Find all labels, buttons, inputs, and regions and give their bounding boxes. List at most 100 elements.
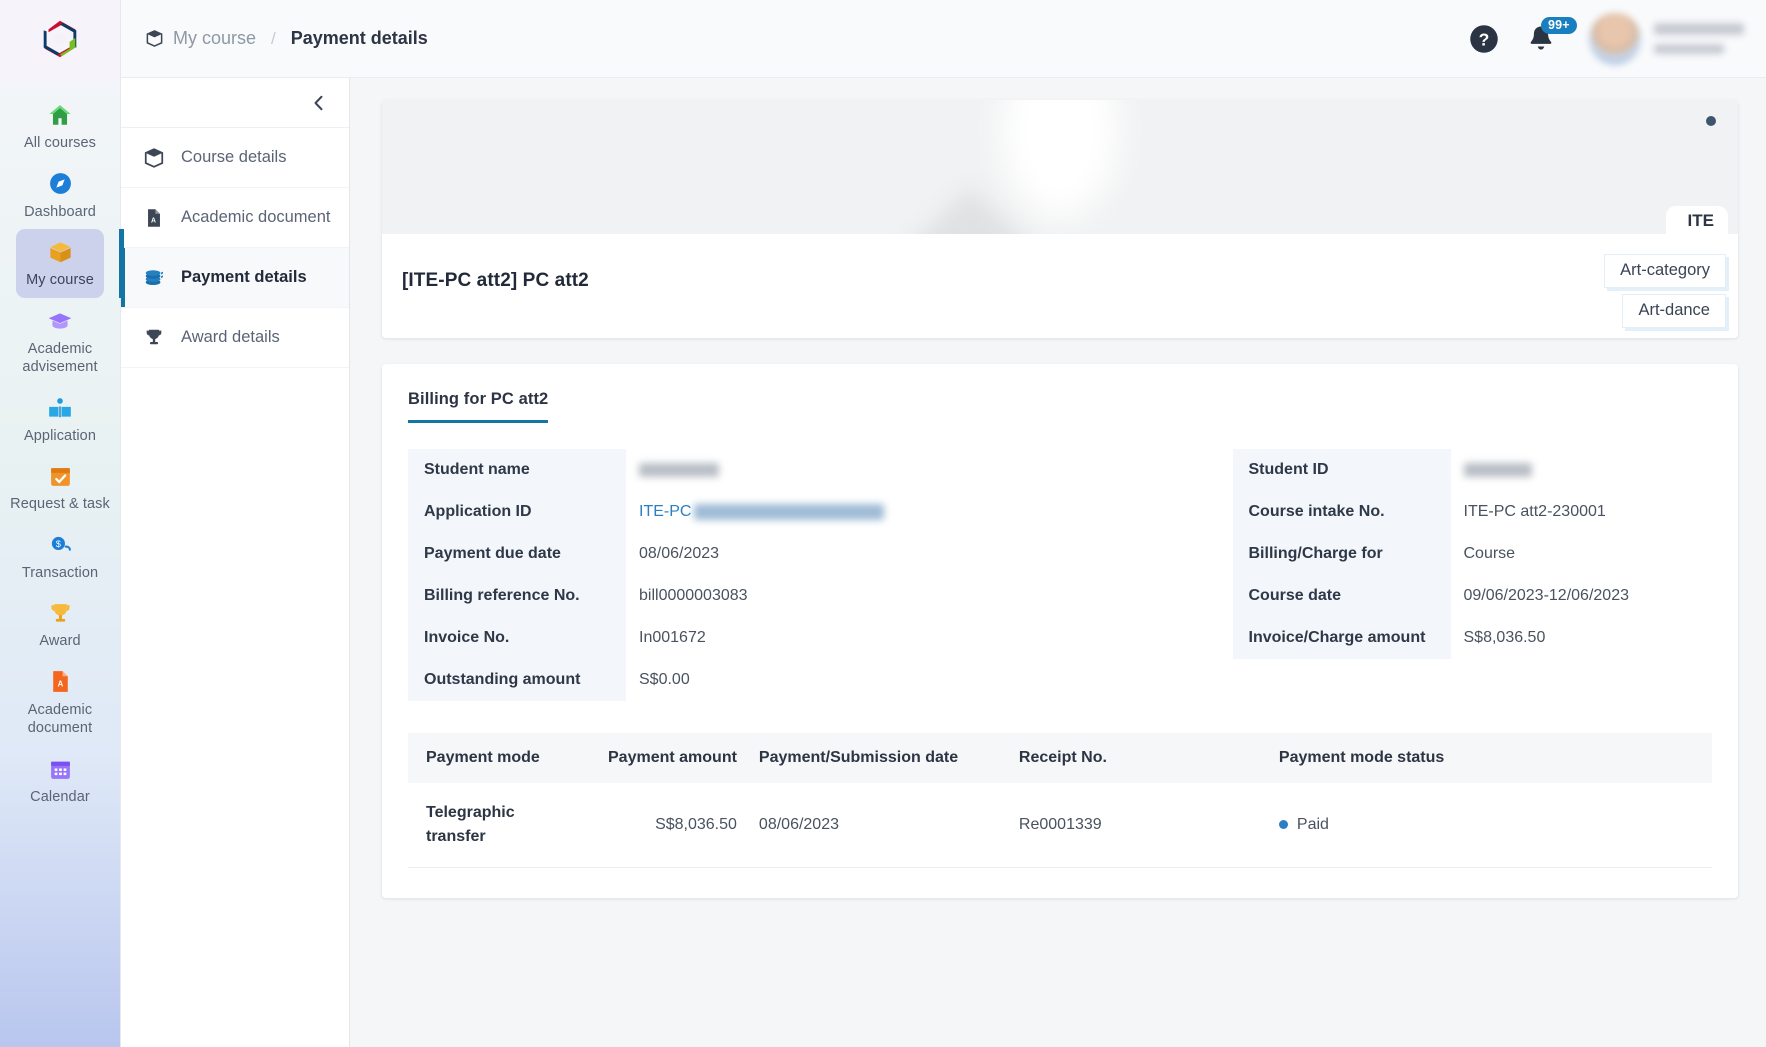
subnav-item-course-details[interactable]: Course details xyxy=(121,128,349,188)
sidebar-label: Transaction xyxy=(22,564,98,583)
subnav-item-award-details[interactable]: Award details xyxy=(121,308,349,368)
sidebar-item-application[interactable]: Application xyxy=(0,385,120,454)
field-key: Course date xyxy=(1233,575,1451,617)
money-exchange-icon: $ xyxy=(45,531,75,559)
primary-nav-list: All courses Dashboard My course Academic… xyxy=(0,78,120,815)
grid-gap xyxy=(971,491,1233,533)
payment-mode-table: Payment mode Payment amount Payment/Subm… xyxy=(408,733,1712,868)
grid-gap xyxy=(971,575,1233,617)
application-id-redacted xyxy=(694,504,884,520)
cell-receipt-no: Re0001339 xyxy=(1019,783,1279,868)
pdf-file-icon: A xyxy=(45,668,75,696)
field-value-payment-due-date: 08/06/2023 xyxy=(626,533,971,575)
field-key: Invoice No. xyxy=(408,617,626,659)
table-header: Payment mode Payment amount Payment/Subm… xyxy=(408,733,1712,783)
field-value-student-id xyxy=(1451,449,1713,491)
svg-text:A: A xyxy=(57,680,63,689)
user-menu[interactable] xyxy=(1589,13,1744,65)
box-icon xyxy=(45,238,75,266)
column-header-payment-mode-status: Payment mode status xyxy=(1279,733,1712,783)
tab-billing[interactable]: Billing for PC att2 xyxy=(408,390,548,423)
calendar-check-icon xyxy=(45,462,75,490)
primary-sidebar: All courses Dashboard My course Academic… xyxy=(0,0,121,1047)
sidebar-item-all-courses[interactable]: All courses xyxy=(0,92,120,161)
box-icon xyxy=(143,147,165,169)
field-value-student-name xyxy=(626,449,971,491)
svg-text:?: ? xyxy=(1479,29,1490,49)
help-circle-icon[interactable]: ? xyxy=(1469,24,1499,54)
subnav-label: Award details xyxy=(181,328,280,347)
course-hero-meta: ITE [ITE-PC att2] PC att2 Art-category A… xyxy=(382,234,1738,338)
institution-tab: ITE xyxy=(1666,206,1728,235)
sidebar-label: Request & task xyxy=(10,495,110,514)
cell-payment-date: 08/06/2023 xyxy=(759,783,1019,868)
sidebar-label: All courses xyxy=(24,134,96,153)
banner-shape xyxy=(870,188,1070,234)
box-icon xyxy=(145,29,164,48)
table-row[interactable]: Telegraphic transfer S$8,036.50 08/06/20… xyxy=(408,783,1712,868)
field-value-course-date: 09/06/2023-12/06/2023 xyxy=(1451,575,1713,617)
field-key: Student ID xyxy=(1233,449,1451,491)
tag-row: Art-category xyxy=(1604,254,1726,294)
topbar-actions: ? 99+ xyxy=(1469,13,1744,65)
chevron-left-icon[interactable] xyxy=(309,93,329,113)
content-area: Course details A Academic document xyxy=(121,78,1766,1047)
open-book-icon xyxy=(45,394,75,422)
cell-payment-status: Paid xyxy=(1279,783,1712,868)
sidebar-item-award[interactable]: Award xyxy=(0,590,120,659)
banner-status-dot xyxy=(1706,116,1716,126)
sidebar-item-calendar[interactable]: Calendar xyxy=(0,746,120,815)
coins-icon xyxy=(143,267,165,289)
field-value-outstanding-amount: S$0.00 xyxy=(626,659,971,701)
course-tags: Art-category Art-dance xyxy=(1604,254,1726,334)
sidebar-item-academic-advisement[interactable]: Academic advisement xyxy=(0,298,120,385)
field-key: Outstanding amount xyxy=(408,659,626,701)
table-header-row: Payment mode Payment amount Payment/Subm… xyxy=(408,733,1712,783)
table-body: Telegraphic transfer S$8,036.50 08/06/20… xyxy=(408,783,1712,868)
field-key: Application ID xyxy=(408,491,626,533)
breadcrumb-separator: / xyxy=(265,29,282,49)
tag-art-dance[interactable]: Art-dance xyxy=(1622,294,1726,328)
trophy-icon xyxy=(45,599,75,627)
main-panel: ITE [ITE-PC att2] PC att2 Art-category A… xyxy=(350,78,1766,1047)
sidebar-item-my-course[interactable]: My course xyxy=(16,229,104,298)
page-title: Payment details xyxy=(291,28,428,49)
status-dot-icon xyxy=(1279,820,1288,829)
course-banner-image xyxy=(382,100,1738,234)
sidebar-item-academic-document[interactable]: A Academic document xyxy=(0,659,120,746)
sidebar-label: Academic advisement xyxy=(6,340,114,377)
column-header-payment-date: Payment/Submission date xyxy=(759,733,1019,783)
notifications-button[interactable]: 99+ xyxy=(1525,23,1557,55)
subnav-item-academic-document[interactable]: A Academic document xyxy=(121,188,349,248)
column-header-payment-amount: Payment amount xyxy=(608,733,759,783)
sidebar-label: My course xyxy=(26,271,94,290)
subnav-label: Academic document xyxy=(181,208,331,227)
graduation-cap-icon xyxy=(45,307,75,335)
tag-art-category[interactable]: Art-category xyxy=(1604,254,1726,288)
student-name-redacted xyxy=(639,463,719,477)
sidebar-item-request-task[interactable]: Request & task xyxy=(0,453,120,522)
sidebar-label: Award xyxy=(39,632,80,651)
breadcrumb-parent[interactable]: My course xyxy=(173,28,256,49)
field-value-invoice-charge-amount: S$8,036.50 xyxy=(1451,617,1713,659)
subnav-item-payment-details[interactable]: Payment details xyxy=(121,248,349,308)
grid-gap xyxy=(1451,659,1713,701)
field-value-billing-charge-for: Course xyxy=(1451,533,1713,575)
billing-details-grid: Student name Student ID Application ID I… xyxy=(408,449,1712,701)
secondary-sidebar: Course details A Academic document xyxy=(121,78,350,1047)
sidebar-label: Application xyxy=(24,427,96,446)
field-value-course-intake-no: ITE-PC att2-230001 xyxy=(1451,491,1713,533)
pdf-file-icon: A xyxy=(143,207,165,229)
field-value-application-id[interactable]: ITE-PC xyxy=(626,491,971,533)
breadcrumb: My course / Payment details xyxy=(145,28,428,49)
sidebar-item-transaction[interactable]: $ Transaction xyxy=(0,522,120,591)
app-logo[interactable] xyxy=(0,0,120,78)
field-key: Invoice/Charge amount xyxy=(1233,617,1451,659)
calendar-icon xyxy=(45,755,75,783)
sidebar-item-dashboard[interactable]: Dashboard xyxy=(0,161,120,230)
billing-card: Billing for PC att2 Student name Student… xyxy=(382,364,1738,898)
course-hero-card: ITE [ITE-PC att2] PC att2 Art-category A… xyxy=(382,100,1738,338)
field-value-billing-reference-no: bill0000003083 xyxy=(626,575,971,617)
trophy-icon xyxy=(143,327,165,349)
field-key: Payment due date xyxy=(408,533,626,575)
